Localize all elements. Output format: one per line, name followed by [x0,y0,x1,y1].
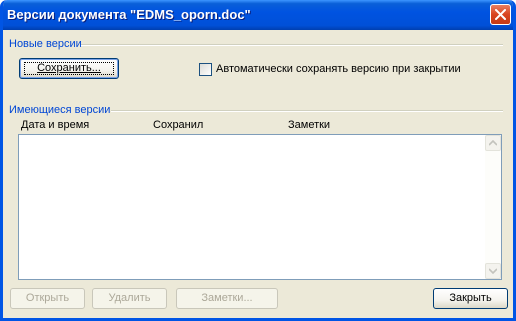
close-button[interactable]: Закрыть [433,288,508,309]
new-versions-divider [81,44,503,46]
close-icon [495,9,506,20]
window-title: Версии документа "EDMS_oporn.doc" [7,7,251,22]
delete-button[interactable]: Удалить [92,288,167,309]
column-header-date[interactable]: Дата и время [21,119,89,131]
close-window-button[interactable] [490,4,511,25]
scroll-up-button[interactable] [485,135,501,151]
notes-button[interactable]: Заметки... [176,288,278,309]
auto-save-checkbox[interactable] [199,63,212,76]
column-header-notes[interactable]: Заметки [288,119,330,131]
vertical-scrollbar[interactable] [485,135,501,279]
new-versions-group-label: Новые версии [9,38,82,50]
existing-versions-group-label: Имеющиеся версии [9,104,111,116]
auto-save-checkbox-label[interactable]: Автоматически сохранять версию при закры… [216,63,461,75]
existing-versions-divider [111,110,503,112]
scroll-down-button[interactable] [485,263,501,279]
versions-dialog: Версии документа "EDMS_oporn.doc" Новые … [0,0,516,321]
save-version-button[interactable]: Сохранить... [19,58,119,79]
chevron-down-icon [489,268,497,274]
versions-list[interactable] [18,134,502,280]
title-bar[interactable]: Версии документа "EDMS_oporn.doc" [3,0,513,30]
column-header-saved-by[interactable]: Сохранил [153,119,203,131]
open-button[interactable]: Открыть [10,288,85,309]
chevron-up-icon [489,140,497,146]
focus-ring [24,62,114,75]
